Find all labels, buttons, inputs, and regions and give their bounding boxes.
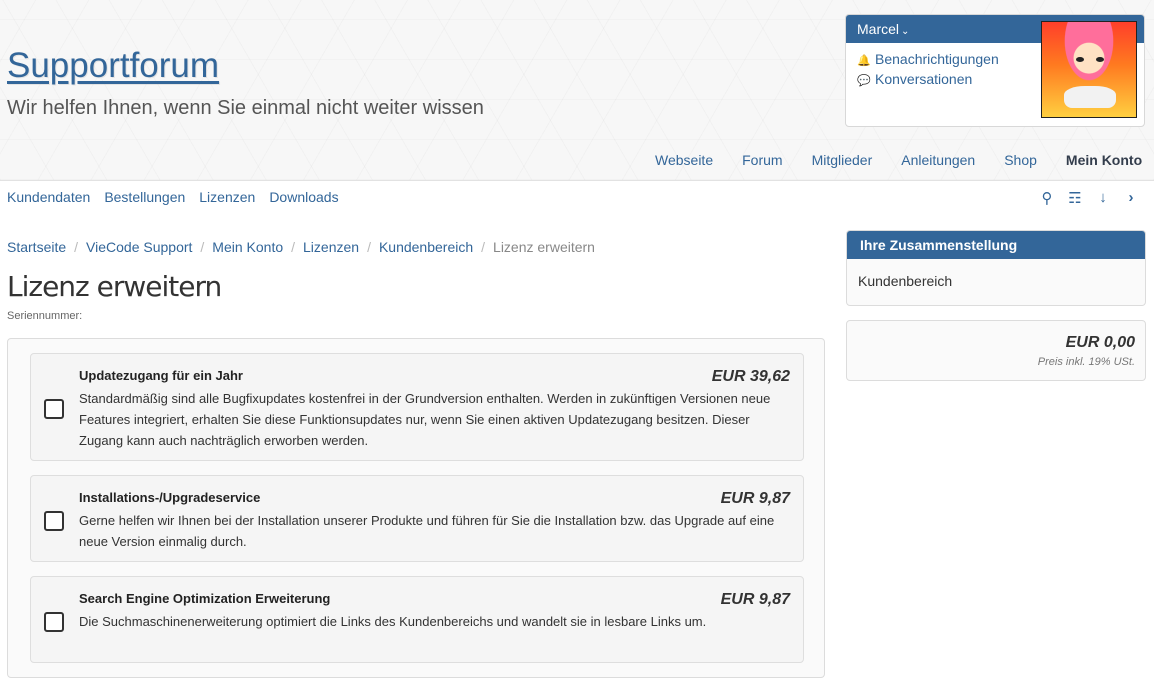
subnav-bestellungen[interactable]: Bestellungen xyxy=(104,189,185,205)
notifications-label: Benachrichtigungen xyxy=(875,51,999,67)
subnav-downloads[interactable]: Downloads xyxy=(269,189,338,205)
option-title: Installations-/Upgradeservice xyxy=(79,490,261,505)
user-box: Marcel ⌄ 🔔 Benachrichtigungen 💬 Konversatio… xyxy=(845,14,1145,127)
nav-mitglieder[interactable]: Mitglieder xyxy=(812,152,873,168)
username-dropdown[interactable]: Marcel ⌄ xyxy=(857,21,909,37)
breadcrumb-separator: / xyxy=(481,239,486,255)
bell-icon: 🔔 xyxy=(857,55,871,67)
arrow-down-icon[interactable]: ↓ xyxy=(1095,189,1111,207)
breadcrumb-separator: / xyxy=(200,239,205,255)
option-installation-service[interactable]: Installations-/Upgradeservice Gerne helf… xyxy=(30,475,804,562)
option-checkbox-seo-extension[interactable] xyxy=(44,612,64,632)
site-header: Supportforum Wir helfen Ihnen, wenn Sie … xyxy=(0,0,1154,181)
site-title[interactable]: Supportforum xyxy=(7,46,219,86)
total-panel: EUR 0,00 Preis inkl. 19% USt. xyxy=(846,320,1146,381)
nav-forum[interactable]: Forum xyxy=(742,152,782,168)
nav-anleitungen[interactable]: Anleitungen xyxy=(901,152,975,168)
option-seo-extension[interactable]: Search Engine Optimization Erweiterung D… xyxy=(30,576,804,663)
toolbar-icons: ⚲ ☶ ↓ › xyxy=(1039,189,1139,207)
comments-icon: 💬 xyxy=(857,75,871,87)
option-description: Standardmäßig sind alle Bugfixupdates ko… xyxy=(79,391,771,448)
sub-nav: Kundendaten Bestellungen Lizenzen Downlo… xyxy=(7,189,353,205)
subnav-lizenzen[interactable]: Lizenzen xyxy=(199,189,255,205)
notifications-link[interactable]: 🔔 Benachrichtigungen xyxy=(857,51,999,67)
option-checkbox-update-access[interactable] xyxy=(44,399,64,419)
option-description: Die Suchmaschinenerweiterung optimiert d… xyxy=(79,614,707,629)
breadcrumb-viecode-support[interactable]: VieCode Support xyxy=(86,239,192,255)
total-price: EUR 0,00 xyxy=(1065,334,1135,351)
conversations-label: Konversationen xyxy=(875,71,973,87)
breadcrumb-current: Lizenz erweitern xyxy=(493,239,595,255)
nav-webseite[interactable]: Webseite xyxy=(655,152,713,168)
breadcrumb: Startseite / VieCode Support / Mein Kont… xyxy=(7,239,595,255)
breadcrumb-kundenbereich[interactable]: Kundenbereich xyxy=(379,239,473,255)
subnav-kundendaten[interactable]: Kundendaten xyxy=(7,189,90,205)
breadcrumb-lizenzen[interactable]: Lizenzen xyxy=(303,239,359,255)
breadcrumb-separator: / xyxy=(74,239,79,255)
avatar-scarf xyxy=(1064,86,1116,108)
breadcrumb-startseite[interactable]: Startseite xyxy=(7,239,66,255)
conversations-link[interactable]: 💬 Konversationen xyxy=(857,71,972,87)
search-icon[interactable]: ⚲ xyxy=(1039,189,1055,207)
option-checkbox-installation-service[interactable] xyxy=(44,511,64,531)
options-panel: Updatezugang für ein Jahr Standardmäßig … xyxy=(7,338,825,678)
summary-panel: Ihre Zusammenstellung Kundenbereich xyxy=(846,230,1146,306)
main-nav: Webseite Forum Mitglieder Anleitungen Sh… xyxy=(655,152,1142,168)
breadcrumb-separator: / xyxy=(367,239,371,255)
username-label: Marcel xyxy=(857,21,900,37)
chevron-down-icon: ⌄ xyxy=(901,26,910,37)
option-description: Gerne helfen wir Ihnen bei der Installat… xyxy=(79,513,775,549)
avatar-eye-right xyxy=(1096,57,1104,62)
breadcrumb-mein-konto[interactable]: Mein Konto xyxy=(212,239,283,255)
site-subtitle: Wir helfen Ihnen, wenn Sie einmal nicht … xyxy=(7,97,484,119)
option-price: EUR 39,62 xyxy=(711,368,790,385)
serial-number-label: Seriennummer: xyxy=(7,310,83,322)
sitemap-icon[interactable]: ☶ xyxy=(1067,189,1083,207)
option-update-access[interactable]: Updatezugang für ein Jahr Standardmäßig … xyxy=(30,353,804,461)
option-title: Updatezugang für ein Jahr xyxy=(79,368,243,383)
option-price: EUR 9,87 xyxy=(720,591,790,608)
option-price: EUR 9,87 xyxy=(720,490,790,507)
breadcrumb-separator: / xyxy=(291,239,296,255)
nav-shop[interactable]: Shop xyxy=(1004,152,1037,168)
option-title: Search Engine Optimization Erweiterung xyxy=(79,591,331,606)
summary-title: Ihre Zusammenstellung xyxy=(847,231,1145,259)
chevron-right-icon[interactable]: › xyxy=(1123,189,1139,207)
avatar-eye-left xyxy=(1076,57,1084,62)
avatar[interactable] xyxy=(1041,21,1137,118)
nav-mein-konto[interactable]: Mein Konto xyxy=(1066,152,1142,168)
page-title: Lizenz erweitern xyxy=(7,270,222,303)
total-tax-note: Preis inkl. 19% USt. xyxy=(1037,356,1135,368)
summary-item: Kundenbereich xyxy=(858,273,953,289)
